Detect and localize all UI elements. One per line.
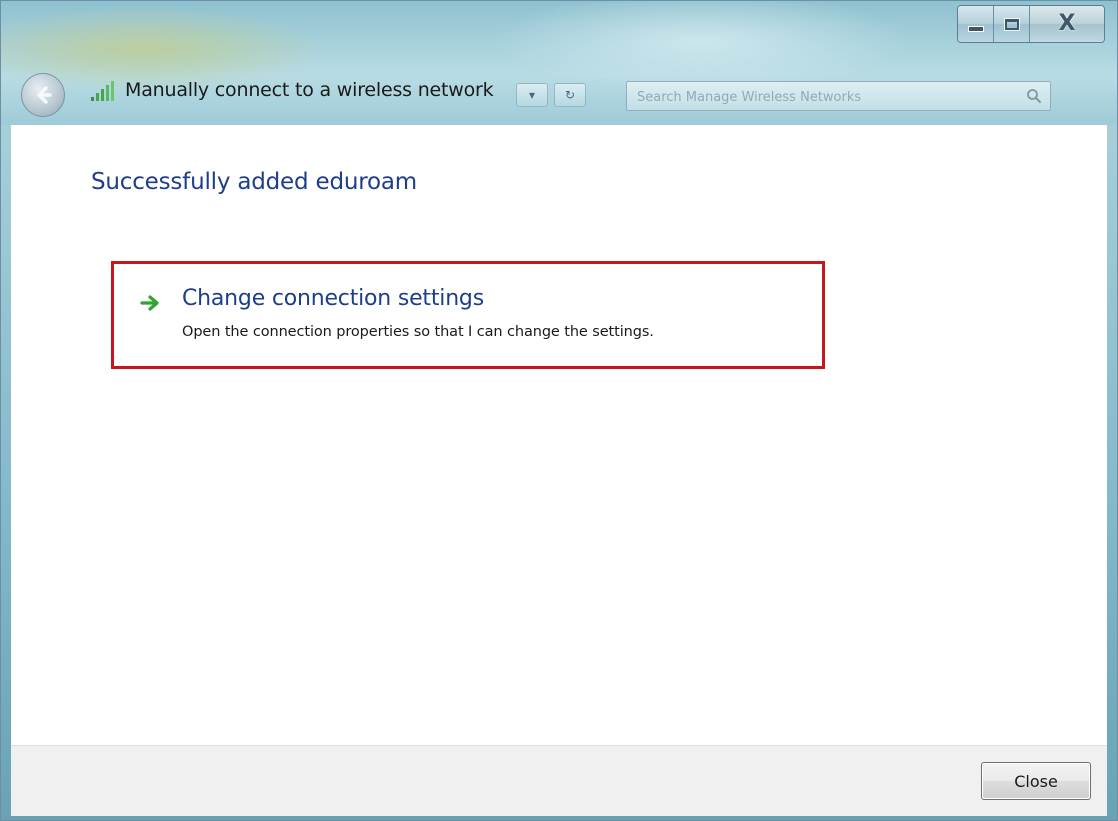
command-link-description: Open the connection properties so that I… bbox=[182, 324, 654, 340]
glass-title-bar[interactable]: X Manually connect to a wireless network… bbox=[1, 1, 1117, 125]
back-arrow-icon bbox=[37, 86, 52, 104]
window-frame-left bbox=[1, 125, 11, 820]
green-arrow-icon bbox=[140, 295, 159, 311]
search-input[interactable] bbox=[635, 87, 1009, 107]
caption-buttons: X bbox=[957, 5, 1105, 43]
window-title: Manually connect to a wireless network bbox=[125, 79, 494, 101]
search-box[interactable] bbox=[626, 81, 1051, 111]
change-connection-settings-link[interactable]: Change connection settings Open the conn… bbox=[111, 261, 825, 369]
back-button[interactable] bbox=[21, 73, 65, 117]
close-button[interactable]: Close bbox=[981, 762, 1091, 800]
dialog-window: X Manually connect to a wireless network… bbox=[0, 0, 1118, 821]
content-area: Successfully added eduroam Change connec… bbox=[11, 125, 1107, 745]
refresh-button[interactable]: ↻ bbox=[554, 83, 586, 107]
maximize-button[interactable] bbox=[994, 6, 1030, 42]
close-window-button[interactable]: X bbox=[1030, 6, 1104, 42]
wireless-signal-icon bbox=[91, 81, 114, 101]
command-link-title: Change connection settings bbox=[182, 286, 484, 311]
page-heading: Successfully added eduroam bbox=[91, 169, 417, 195]
dropdown-button[interactable]: ▾ bbox=[516, 83, 548, 107]
address-nav-buttons: ▾ ↻ bbox=[516, 83, 586, 107]
refresh-icon: ↻ bbox=[564, 88, 576, 102]
window-frame-right bbox=[1107, 125, 1117, 820]
maximize-icon bbox=[1003, 17, 1020, 31]
dialog-footer: Close bbox=[11, 745, 1107, 816]
minimize-icon bbox=[967, 26, 984, 32]
chevron-down-icon: ▾ bbox=[528, 88, 536, 102]
close-icon: X bbox=[1058, 11, 1076, 36]
minimize-button[interactable] bbox=[958, 6, 994, 42]
search-icon[interactable] bbox=[1026, 88, 1042, 104]
